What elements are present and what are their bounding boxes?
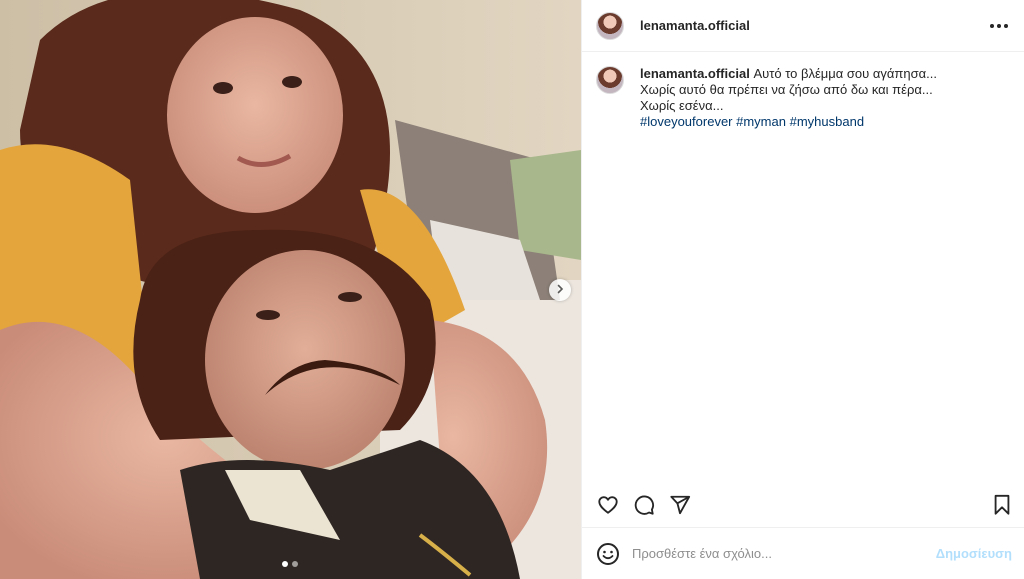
post-header: lenamanta.official xyxy=(582,0,1024,52)
post-comment-button[interactable]: Δημοσίευση xyxy=(936,546,1012,561)
hashtags: #loveyouforever #myman #myhusband xyxy=(640,114,937,130)
more-options-button[interactable] xyxy=(988,18,1010,34)
carousel-indicator xyxy=(282,561,298,567)
chevron-right-icon xyxy=(555,281,565,299)
add-comment-bar: Δημοσίευση xyxy=(582,527,1024,579)
post-photo xyxy=(0,0,581,579)
hashtag-link[interactable]: #myman xyxy=(736,114,786,129)
comment-button[interactable] xyxy=(632,493,656,517)
header-username[interactable]: lenamanta.official xyxy=(640,18,750,33)
comments-area: lenamanta.official Αυτό το βλέμμα σου αγ… xyxy=(582,52,1024,483)
save-button[interactable] xyxy=(990,493,1014,517)
like-button[interactable] xyxy=(596,493,620,517)
carousel-dot xyxy=(292,561,298,567)
heart-outline-icon xyxy=(598,496,618,514)
share-button[interactable] xyxy=(668,493,692,517)
instagram-post: lenamanta.official lenamanta.official Αυ… xyxy=(0,0,1024,579)
carousel-dot xyxy=(282,561,288,567)
comment-bubble-icon xyxy=(634,495,654,515)
emoji-smile-icon[interactable] xyxy=(596,542,620,566)
post-media[interactable] xyxy=(0,0,581,579)
avatar[interactable] xyxy=(596,11,624,40)
caption-line: Χωρίς αυτό θα πρέπει να ζήσω από δω και … xyxy=(640,82,933,97)
post-side-panel: lenamanta.official lenamanta.official Αυ… xyxy=(581,0,1024,579)
caption-username[interactable]: lenamanta.official xyxy=(640,66,750,81)
hashtag-link[interactable]: #loveyouforever xyxy=(640,114,733,129)
caption-line: Χωρίς εσένα... xyxy=(640,98,724,113)
carousel-next-button[interactable] xyxy=(549,279,571,301)
action-bar xyxy=(582,483,1024,527)
caption-text: lenamanta.official Αυτό το βλέμμα σου αγ… xyxy=(640,66,937,130)
caption-avatar[interactable] xyxy=(596,66,624,94)
paper-plane-icon xyxy=(670,495,691,515)
more-horizontal-icon xyxy=(990,23,994,28)
caption-line: Αυτό το βλέμμα σου αγάπησα... xyxy=(753,66,937,81)
bookmark-outline-icon xyxy=(994,494,1010,515)
comment-input[interactable] xyxy=(632,546,936,561)
caption: lenamanta.official Αυτό το βλέμμα σου αγ… xyxy=(596,66,1010,130)
hashtag-link[interactable]: #myhusband xyxy=(790,114,864,129)
